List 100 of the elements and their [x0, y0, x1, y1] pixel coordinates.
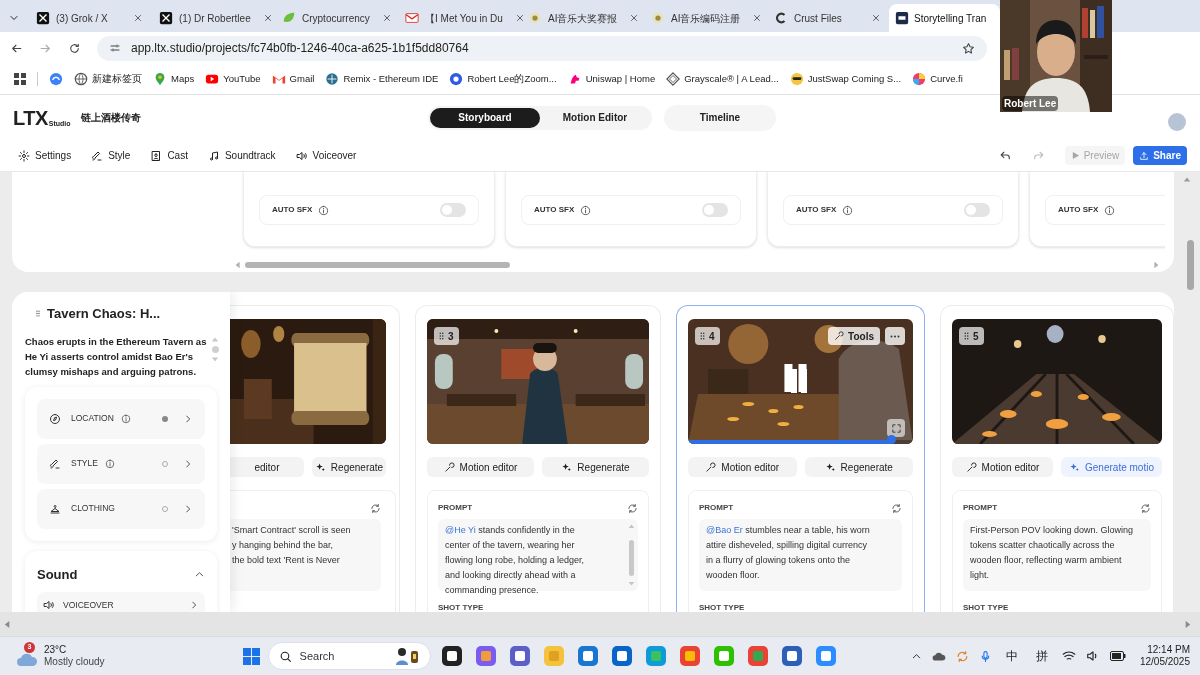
sparkle-tile-icon[interactable]: [474, 645, 497, 667]
browser-tab[interactable]: (1) Dr Robertlee: [151, 4, 274, 32]
regenerate-button[interactable]: Regenerate: [542, 457, 649, 477]
motion-editor-button[interactable]: Motion editor: [952, 457, 1053, 477]
element-row[interactable]: VOICEOVER: [37, 592, 205, 612]
toggle-switch[interactable]: [702, 203, 728, 217]
element-row[interactable]: LOCATION: [37, 398, 205, 439]
info-icon[interactable]: [120, 413, 131, 424]
mode-tab[interactable]: Motion Editor: [540, 107, 650, 128]
drag-handle-icon[interactable]: [36, 310, 40, 318]
bookmark[interactable]: JustSwap Coming S...: [789, 71, 902, 87]
toolbar-button[interactable]: Soundtrack: [207, 148, 276, 163]
mention-link[interactable]: @He Yi: [445, 525, 476, 535]
window-icon[interactable]: [440, 645, 463, 667]
browser-tab[interactable]: (3) Grok / X: [28, 4, 151, 32]
browser-tab[interactable]: Storytelling Tran: [889, 4, 1000, 32]
regenerate-button[interactable]: Regenerate: [312, 457, 386, 477]
chevron-right-icon[interactable]: [183, 458, 193, 469]
cloud-icon[interactable]: [931, 650, 946, 662]
drag-handle-icon[interactable]: [439, 332, 444, 340]
star-icon[interactable]: [962, 41, 975, 55]
more-button[interactable]: [885, 327, 905, 345]
search-field[interactable]: Search: [267, 642, 431, 670]
timeline-button[interactable]: Timeline: [664, 104, 776, 131]
chat-icon[interactable]: [712, 645, 735, 667]
close-icon[interactable]: [514, 13, 525, 23]
scrollbar-thumb[interactable]: [1186, 240, 1194, 290]
motion-editor-button[interactable]: Motion editor: [427, 457, 534, 477]
bookmark[interactable]: 新建标签页: [74, 71, 142, 87]
regenerate-button[interactable]: Regenerate: [804, 457, 913, 477]
motion-editor-button[interactable]: editor: [230, 457, 304, 477]
info-icon[interactable]: [842, 204, 854, 216]
scroll-arrow-icon[interactable]: [234, 261, 242, 269]
refresh-icon[interactable]: [370, 502, 381, 514]
chevron-right-icon[interactable]: [189, 600, 199, 610]
undo-icon[interactable]: [998, 149, 1012, 162]
prompt-box[interactable]: First-Person POV looking down. Glowing tokens scatter chaotically across the wooden floor, reflecting warm ambient light.: [963, 519, 1151, 591]
element-row[interactable]: STYLE: [37, 443, 205, 484]
bookmark[interactable]: Remix - Ethereum IDE: [325, 71, 439, 87]
drag-handle-icon[interactable]: [700, 332, 705, 340]
clock-time[interactable]: 12:14 PM: [1147, 644, 1190, 656]
close-icon[interactable]: [381, 13, 392, 23]
reload-icon[interactable]: [68, 41, 81, 55]
share-button[interactable]: Share: [1133, 146, 1187, 165]
prompt-box[interactable]: @Bao Er stumbles near a table, his worn attire disheveled, spilling digital currency in a flurry of glowing tokens onto the wooden floor.: [699, 519, 902, 591]
info-icon[interactable]: [1104, 204, 1116, 216]
tools-button[interactable]: Tools: [828, 327, 880, 345]
browser-tab[interactable]: AI音乐大奖赛报: [520, 4, 643, 32]
info-icon[interactable]: [580, 204, 592, 216]
pause-icon[interactable]: [789, 369, 809, 393]
cloud-icon[interactable]: [16, 651, 38, 667]
bag-icon[interactable]: [576, 645, 599, 667]
site-settings-icon[interactable]: [109, 42, 121, 54]
refresh-icon[interactable]: [627, 502, 638, 514]
bookmark[interactable]: Curve.fi: [912, 71, 963, 87]
close-icon[interactable]: [871, 13, 881, 23]
browser-tab[interactable]: 【I Met You in Du: [397, 4, 520, 32]
progress-thumb[interactable]: [886, 435, 896, 444]
ring-icon[interactable]: [746, 645, 769, 667]
clock-date[interactable]: 12/05/2025: [1139, 656, 1190, 668]
refresh-icon[interactable]: [955, 649, 969, 663]
toggle-switch[interactable]: [964, 203, 990, 217]
mention-link[interactable]: @Bao Er: [706, 525, 743, 535]
prompt-box[interactable]: 'Smart Contract' scroll is seen y hanging behind the bar, the bold text 'Rent is Never: [230, 519, 381, 591]
shot-card[interactable]: editor Regenerate 'Smart Contract' scroll is seen y hanging behind the bar, the bold text 'Rent is Never: [230, 305, 400, 612]
browser-tab[interactable]: Crust Files: [766, 4, 889, 32]
toolbar-button[interactable]: Settings: [18, 148, 72, 163]
scroll-arrow-icon[interactable]: [1183, 176, 1191, 184]
bookmark[interactable]: Gmail: [271, 71, 315, 87]
refresh-icon[interactable]: [1140, 502, 1151, 514]
element-row[interactable]: CLOTHING: [37, 488, 205, 529]
mode-tab[interactable]: Storyboard: [430, 107, 540, 128]
bookmark[interactable]: Uniswap | Home: [567, 71, 656, 87]
battery-icon[interactable]: [1109, 651, 1126, 661]
scrollbar-thumb[interactable]: [245, 262, 510, 268]
people-icon[interactable]: [508, 645, 531, 667]
camera-icon[interactable]: [814, 645, 837, 667]
chevron-right-icon[interactable]: [183, 503, 193, 514]
browser-tab[interactable]: AI音乐编码注册: [643, 4, 766, 32]
apps-grid-icon[interactable]: [14, 73, 26, 85]
toolbar-button[interactable]: Cast: [150, 148, 188, 163]
bookmark[interactable]: Maps: [153, 71, 195, 87]
shot-card[interactable]: 4 Tools Motion editor Regenerate PROMPT @Bao Er stumbles near a table, his worn attire disheveled, spilling digital currency in a flurry of glowing tokens onto the wooden floor. SHOT TYPE: [676, 305, 925, 612]
close-icon[interactable]: [629, 13, 640, 23]
ring-icon[interactable]: [678, 645, 701, 667]
close-icon[interactable]: [133, 13, 143, 23]
mail-icon[interactable]: [610, 645, 633, 667]
bookmark[interactable]: [49, 72, 63, 86]
wave-icon[interactable]: [644, 645, 667, 667]
generate-button[interactable]: Generate motio: [1061, 457, 1162, 477]
toolbar-button[interactable]: Style: [91, 148, 131, 163]
document-icon[interactable]: [780, 645, 803, 667]
bookmark[interactable]: YouTube: [205, 71, 261, 87]
chevron-right-icon[interactable]: [183, 413, 193, 424]
info-icon[interactable]: [104, 458, 115, 469]
scroll-arrow-icon[interactable]: [3, 619, 12, 629]
scroll-arrow-icon[interactable]: [1152, 261, 1160, 269]
address-bar[interactable]: app.ltx.studio/projects/fc74b0fb-1246-40ca-a625-1b1f5dd80764: [97, 35, 987, 61]
refresh-icon[interactable]: [891, 502, 902, 514]
fullscreen-button[interactable]: [887, 419, 905, 437]
